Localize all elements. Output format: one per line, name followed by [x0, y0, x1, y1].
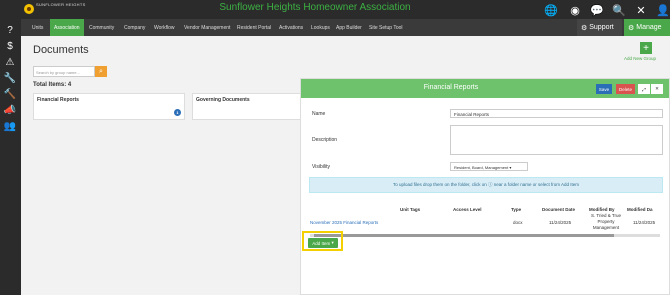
user-icon[interactable]: 👤: [656, 3, 670, 17]
delete-button[interactable]: Delete: [616, 84, 635, 94]
total-items: Total Items: 4: [33, 82, 72, 88]
app-title: Sunflower Heights Homeowner Association: [219, 2, 411, 13]
group-card-financial-reports[interactable]: Financial Reports 1: [33, 93, 185, 120]
menu-icon[interactable]: [5, 3, 17, 15]
menu-app-builder[interactable]: App Builder: [332, 19, 366, 36]
scrollbar-thumb[interactable]: [314, 234, 614, 237]
add-group-button[interactable]: +: [640, 42, 652, 54]
logo-text: SUNFLOWER HEIGHTS: [36, 2, 86, 7]
expand-icon[interactable]: ⤢: [638, 84, 650, 94]
menu-company[interactable]: Company: [120, 19, 149, 36]
menu-units[interactable]: Units: [28, 19, 47, 36]
dashboard-icon[interactable]: ◉: [568, 3, 582, 17]
panel-title: Financial Reports: [423, 84, 479, 91]
close-panel-icon[interactable]: ✕: [651, 84, 663, 94]
search-button[interactable]: ⌕: [95, 66, 107, 77]
name-label: Name: [312, 111, 326, 117]
count-badge: 1: [174, 109, 181, 116]
support-button[interactable]: ⚙ Support: [577, 19, 622, 36]
search-input[interactable]: Search by group name...: [33, 66, 95, 77]
table-scrollbar[interactable]: [310, 234, 660, 237]
globe-icon[interactable]: 🌐: [544, 3, 558, 17]
row-document-date: 11/24/2025: [549, 220, 572, 225]
panel-header: Financial Reports Save Delete ⤢ ✕: [301, 79, 669, 98]
search-icon[interactable]: 🔍: [612, 3, 626, 17]
col-modified-by[interactable]: Modified By: [589, 207, 615, 212]
page-title: Documents: [33, 44, 89, 56]
description-field[interactable]: [450, 125, 663, 155]
menu-association[interactable]: Association: [50, 19, 84, 36]
row-document-name[interactable]: November 2025 Financial Reports: [310, 220, 378, 225]
row-modified-by: S. Tried & True Property Management: [590, 213, 621, 230]
group-detail-panel: Financial Reports Save Delete ⤢ ✕ Name F…: [300, 78, 670, 295]
menu-site-setup-tool[interactable]: Site Setup Tool: [365, 19, 407, 36]
manage-button[interactable]: ⚙ Manage: [624, 19, 670, 36]
menu-lookups[interactable]: Lookups: [307, 19, 334, 36]
col-access-level[interactable]: Access Level: [453, 207, 482, 212]
col-document-date[interactable]: Document Date: [542, 207, 575, 212]
menu-vendor-management[interactable]: Vendor Management: [180, 19, 234, 36]
row-modified-date: 11/24/2025: [633, 220, 656, 225]
megaphone-icon[interactable]: 📣: [4, 104, 16, 116]
hammer-icon[interactable]: 🔨: [4, 88, 16, 100]
menu-resident-portal[interactable]: Resident Portal: [233, 19, 275, 36]
warning-icon[interactable]: ⚠: [4, 56, 16, 68]
col-unit-tags[interactable]: Unit Tags: [400, 207, 420, 212]
dollar-icon[interactable]: $: [4, 40, 16, 52]
chat-icon[interactable]: 💬: [590, 3, 604, 17]
upload-dropzone[interactable]: To upload files drop them on the folder,…: [309, 177, 663, 193]
highlight-box: [302, 231, 343, 251]
visibility-select[interactable]: Resident, Board, Management ▾: [450, 162, 528, 171]
menu-activations[interactable]: Activations: [275, 19, 307, 36]
group-card-governing-documents[interactable]: Governing Documents: [192, 93, 302, 120]
description-label: Description: [312, 137, 338, 143]
menu-workflow[interactable]: Workflow: [150, 19, 178, 36]
name-field[interactable]: Financial Reports: [450, 109, 663, 118]
close-icon[interactable]: ✕: [634, 3, 648, 17]
save-button[interactable]: Save: [596, 84, 612, 94]
menu-community[interactable]: Community: [85, 19, 118, 36]
col-modified-date[interactable]: Modified Da: [627, 207, 653, 212]
help-icon[interactable]: ?: [4, 24, 16, 36]
col-type[interactable]: Type: [511, 207, 521, 212]
add-group-label[interactable]: Add New Group: [624, 56, 656, 61]
visibility-label: Visibility: [312, 164, 330, 170]
wrench-icon[interactable]: 🔧: [4, 72, 16, 84]
row-type: docx: [513, 220, 523, 225]
users-icon[interactable]: 👥: [4, 120, 16, 132]
